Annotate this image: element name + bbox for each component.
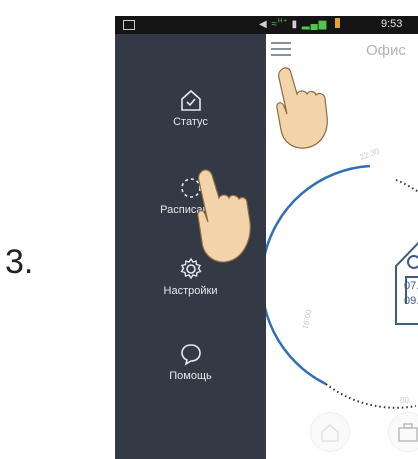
drawer-item-label: Помощь [169, 370, 212, 382]
status-time: 9:53 [381, 18, 403, 30]
drawer-item-status[interactable]: Статус [115, 87, 266, 128]
drawer-item-help[interactable]: Помощь [115, 341, 266, 382]
drawer-item-label: Статус [173, 116, 208, 128]
status-icons: ◀ ≈H+ ▮ ▂▄▆ [259, 18, 341, 30]
drawer-item-label: Настройки [163, 285, 218, 297]
home-mode-button[interactable] [310, 412, 350, 452]
notification-image-icon [123, 20, 135, 30]
date-start: 07.10. [404, 280, 418, 292]
network-type: H+ [277, 18, 288, 25]
pointing-hand-icon [197, 169, 251, 263]
phone-screen: ◀ ≈H+ ▮ ▂▄▆ 9:53 Статус Расписание Настр… [115, 16, 418, 459]
signal-icon: ▂▄▆ [301, 19, 328, 30]
home-check-icon [180, 89, 201, 111]
home-icon [321, 424, 339, 442]
date-end: 09.10. [404, 295, 418, 307]
status-bar: ◀ ≈H+ ▮ ▂▄▆ 9:53 [115, 16, 418, 34]
pointing-hand-icon [276, 67, 328, 149]
battery-icon [335, 18, 341, 28]
dial-label-top: 22:30 [359, 146, 381, 161]
dial-arc-dotted-top [395, 179, 418, 193]
work-mode-button[interactable] [388, 412, 418, 452]
step-number: 3. [5, 243, 34, 281]
sim-icon: ▮ [291, 19, 299, 30]
person-head-icon [407, 255, 418, 269]
dial-label-left: 00:91 [300, 309, 312, 331]
dial-label-bottom: 00 [400, 396, 409, 405]
speech-bubble-icon [180, 344, 201, 366]
dial-arc-active [266, 164, 371, 386]
volume-icon: ◀ [259, 19, 268, 30]
briefcase-icon [398, 423, 418, 442]
